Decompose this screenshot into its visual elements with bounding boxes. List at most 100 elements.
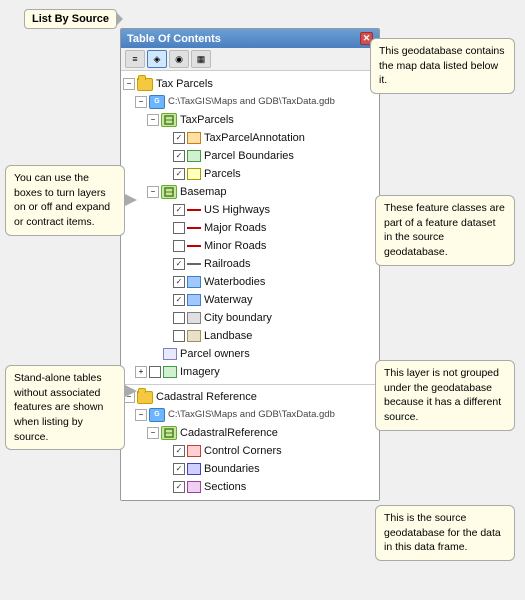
layer-icon-waterbodies xyxy=(187,276,201,288)
layer-control-corners: Control Corners xyxy=(123,442,377,460)
gdb-icon-cadastral: G xyxy=(149,408,165,422)
toc-divider xyxy=(123,384,377,385)
feature-dataset-icon-cadastral xyxy=(161,426,177,440)
feature-dataset-icon-basemap xyxy=(161,185,177,199)
layer-icon-boundaries xyxy=(187,463,201,475)
expand-imagery[interactable]: + xyxy=(135,366,147,378)
cadastral-reference-label: Cadastral Reference xyxy=(156,389,257,405)
layer-icon-railroads xyxy=(187,258,201,270)
layer-major-roads: Major Roads xyxy=(123,219,377,237)
layer-landbase: Landbase xyxy=(123,327,377,345)
toc-body: − Tax Parcels − G C:\TaxGIS\Maps and GDB… xyxy=(121,71,379,500)
layer-icon-waterway xyxy=(187,294,201,306)
toolbar-selection-btn[interactable]: ▦ xyxy=(191,50,211,68)
source-geodatabase-callout: This is the source geodatabase for the d… xyxy=(375,505,515,561)
checkbox-city-boundary[interactable] xyxy=(173,312,185,324)
layer-parcels: Parcels xyxy=(123,165,377,183)
folder-icon-tax-parcels xyxy=(137,78,153,91)
layer-icon-us-highways xyxy=(187,204,201,216)
city-boundary-label: City boundary xyxy=(204,310,272,326)
railroads-label: Railroads xyxy=(204,256,250,272)
layer-city-boundary: City boundary xyxy=(123,309,377,327)
layer-icon-parcel-boundaries xyxy=(187,150,201,162)
layer-annotation: TaxParcelAnnotation xyxy=(123,129,377,147)
annotation-label: TaxParcelAnnotation xyxy=(204,130,305,146)
checkbox-parcel-boundaries[interactable] xyxy=(173,150,185,162)
checkbox-minor-roads[interactable] xyxy=(173,240,185,252)
gdb-taxdata: − G C:\TaxGIS\Maps and GDB\TaxData.gdb xyxy=(123,93,377,111)
checkbox-major-roads[interactable] xyxy=(173,222,185,234)
expand-fd-basemap[interactable]: − xyxy=(147,186,159,198)
imagery-label: Imagery xyxy=(180,364,220,380)
toc-toolbar: ≡ ◈ ◉ ▦ xyxy=(121,48,379,71)
list-by-source-callout: List By Source xyxy=(24,9,117,29)
checkbox-annotation[interactable] xyxy=(173,132,185,144)
layer-sections: Sections xyxy=(123,478,377,496)
toc-window: Table Of Contents ✕ ≡ ◈ ◉ ▦ − Tax Parcel… xyxy=(120,28,380,501)
expand-fd-taxparcels[interactable]: − xyxy=(147,114,159,126)
checkbox-railroads[interactable] xyxy=(173,258,185,270)
layer-imagery: + Imagery xyxy=(123,363,377,381)
checkbox-parcels[interactable] xyxy=(173,168,185,180)
feature-classes-callout: These feature classes are part of a feat… xyxy=(375,195,515,266)
layer-icon-city-boundary xyxy=(187,312,201,324)
layer-icon-landbase xyxy=(187,330,201,342)
parcel-owners-label: Parcel owners xyxy=(180,346,250,362)
toc-titlebar: Table Of Contents ✕ xyxy=(121,29,379,48)
minor-roads-label: Minor Roads xyxy=(204,238,266,254)
layer-minor-roads: Minor Roads xyxy=(123,237,377,255)
checkbox-imagery[interactable] xyxy=(149,366,161,378)
layer-parcel-owners: Parcel owners xyxy=(123,345,377,363)
major-roads-label: Major Roads xyxy=(204,220,266,236)
fd-basemap: − Basemap xyxy=(123,183,377,201)
layer-railroads: Railroads xyxy=(123,255,377,273)
folder-icon-cadastral xyxy=(137,391,153,404)
gdb-path-label: C:\TaxGIS\Maps and GDB\TaxData.gdb xyxy=(168,94,335,110)
fd-cadastralreference-label: CadastralReference xyxy=(180,425,278,441)
group-cadastral-reference: − Cadastral Reference xyxy=(123,388,377,406)
table-icon-parcel-owners xyxy=(163,348,177,360)
layer-waterway: Waterway xyxy=(123,291,377,309)
checkbox-waterway[interactable] xyxy=(173,294,185,306)
checkboxes-info-callout: You can use the boxes to turn layers on … xyxy=(5,165,125,236)
layer-boundaries: Boundaries xyxy=(123,460,377,478)
checkbox-waterbodies[interactable] xyxy=(173,276,185,288)
layer-icon-sections xyxy=(187,481,201,493)
standalone-tables-callout: Stand-alone tables without associated fe… xyxy=(5,365,125,450)
layer-icon-major-roads xyxy=(187,222,201,234)
layer-icon-annotation xyxy=(187,132,201,144)
checkbox-landbase[interactable] xyxy=(173,330,185,342)
checkbox-control-corners[interactable] xyxy=(173,445,185,457)
different-source-callout: This layer is not grouped under the geod… xyxy=(375,360,515,431)
expand-tax-parcels[interactable]: − xyxy=(123,78,135,90)
fd-taxparcels-label: TaxParcels xyxy=(180,112,234,128)
waterbodies-label: Waterbodies xyxy=(204,274,265,290)
boundaries-label: Boundaries xyxy=(204,461,260,477)
sections-label: Sections xyxy=(204,479,246,495)
expand-gdb-cadastral[interactable]: − xyxy=(135,409,147,421)
toolbar-source-btn[interactable]: ◈ xyxy=(147,50,167,68)
checkbox-sections[interactable] xyxy=(173,481,185,493)
gdb-icon: G xyxy=(149,95,165,109)
layer-icon-control-corners xyxy=(187,445,201,457)
parcel-boundaries-label: Parcel Boundaries xyxy=(204,148,294,164)
fd-taxparcels: − TaxParcels xyxy=(123,111,377,129)
toolbar-list-btn[interactable]: ≡ xyxy=(125,50,145,68)
expand-gdb-taxdata[interactable]: − xyxy=(135,96,147,108)
expand-fd-cadastralreference[interactable]: − xyxy=(147,427,159,439)
gdb-cadastral-path-label: C:\TaxGIS\Maps and GDB\TaxData.gdb xyxy=(168,407,335,423)
geodatabase-info-callout: This geodatabase contains the map data l… xyxy=(370,38,515,94)
tax-parcels-label: Tax Parcels xyxy=(156,76,213,92)
layer-icon-minor-roads xyxy=(187,240,201,252)
toc-title: Table Of Contents xyxy=(127,33,221,45)
toolbar-visibility-btn[interactable]: ◉ xyxy=(169,50,189,68)
checkbox-us-highways[interactable] xyxy=(173,204,185,216)
landbase-label: Landbase xyxy=(204,328,252,344)
checkbox-boundaries[interactable] xyxy=(173,463,185,475)
control-corners-label: Control Corners xyxy=(204,443,282,459)
layer-waterbodies: Waterbodies xyxy=(123,273,377,291)
gdb-cadastral: − G C:\TaxGIS\Maps and GDB\TaxData.gdb xyxy=(123,406,377,424)
layer-icon-parcels xyxy=(187,168,201,180)
fd-cadastralreference: − CadastralReference xyxy=(123,424,377,442)
feature-dataset-icon-taxparcels xyxy=(161,113,177,127)
